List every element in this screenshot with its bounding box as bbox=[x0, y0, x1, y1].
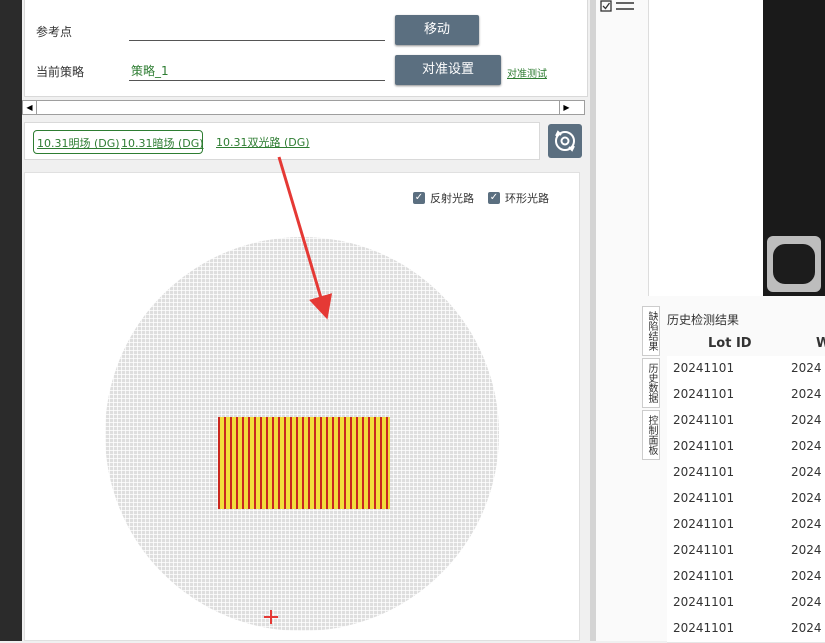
current-strategy-field[interactable]: 策略_1 bbox=[129, 62, 385, 81]
wafer-map-panel: ✓ 反射光路 ✓ 环形光路 bbox=[24, 172, 580, 641]
table-row[interactable]: 20241101 2024 bbox=[667, 408, 825, 435]
table-row[interactable]: 20241101 2024 bbox=[667, 616, 825, 643]
history-results-title: 历史检测结果 bbox=[667, 313, 740, 327]
refresh-gear-icon bbox=[555, 130, 575, 152]
alignment-settings-button[interactable]: 对准设置 bbox=[395, 55, 501, 85]
image-view-frame bbox=[648, 0, 764, 296]
checklist-icon[interactable] bbox=[600, 0, 636, 14]
tab-control-panel[interactable]: 控制面板 bbox=[642, 410, 660, 460]
table-row[interactable]: 20241101 2024 bbox=[667, 590, 825, 617]
table-row[interactable]: 20241101 2024 bbox=[667, 434, 825, 461]
recipe-tabs-bar: 10.31明场 (DG) 10.31暗场 (DG) 10.31双光路 (DG) bbox=[24, 122, 540, 160]
table-row[interactable]: 20241101 2024 bbox=[667, 564, 825, 591]
table-row[interactable]: 20241101 2024 bbox=[667, 538, 825, 565]
ring-path-checkbox[interactable]: ✓ 环形光路 bbox=[488, 190, 549, 206]
tab-defect-results[interactable]: 缺陷结果 bbox=[642, 306, 660, 356]
reflect-path-label: 反射光路 bbox=[430, 192, 474, 205]
left-edge-bar bbox=[0, 0, 22, 641]
reference-point-label: 参考点 bbox=[36, 25, 73, 39]
defect-die-region[interactable] bbox=[218, 417, 390, 509]
tab-dual-path[interactable]: 10.31双光路 (DG) bbox=[216, 134, 310, 150]
origin-crosshair-icon bbox=[264, 610, 278, 624]
die-thumbnail[interactable] bbox=[767, 236, 821, 292]
refresh-button[interactable] bbox=[548, 124, 582, 158]
move-button[interactable]: 移动 bbox=[395, 15, 479, 45]
tab-history-data[interactable]: 历史数据 bbox=[642, 358, 660, 408]
horizontal-scrollbar[interactable]: ◀ ▶ bbox=[22, 100, 585, 115]
table-row[interactable]: 20241101 2024 bbox=[667, 382, 825, 409]
scroll-left-arrow-icon[interactable]: ◀ bbox=[23, 101, 37, 114]
reflect-path-checkbox[interactable]: ✓ 反射光路 bbox=[413, 190, 474, 206]
table-row[interactable]: 20241101 2024 bbox=[667, 356, 825, 383]
column-header-lot-id[interactable]: Lot ID bbox=[708, 336, 752, 351]
reference-point-field[interactable] bbox=[129, 22, 385, 41]
camera-preview bbox=[763, 0, 825, 296]
table-row[interactable]: 20241101 2024 bbox=[667, 512, 825, 539]
column-header-w[interactable]: W bbox=[816, 336, 825, 351]
checkbox-checked-icon: ✓ bbox=[488, 192, 500, 204]
table-row[interactable]: 20241101 2024 bbox=[667, 486, 825, 513]
left-panel: 参考点 移动 当前策略 策略_1 对准设置 对准测试 ◀ ▶ 10.31明场 (… bbox=[0, 0, 590, 641]
scroll-right-arrow-icon[interactable]: ▶ bbox=[559, 101, 573, 114]
alignment-test-link[interactable]: 对准测试 bbox=[507, 65, 547, 80]
current-strategy-label: 当前策略 bbox=[36, 65, 85, 79]
ring-path-label: 环形光路 bbox=[505, 192, 549, 205]
tab-brightfield[interactable]: 10.31明场 (DG) bbox=[37, 135, 120, 151]
table-row[interactable]: 20241101 2024 bbox=[667, 460, 825, 487]
move-settings-panel: 参考点 移动 当前策略 策略_1 对准设置 对准测试 bbox=[24, 0, 588, 97]
tab-darkfield[interactable]: 10.31暗场 (DG) bbox=[121, 135, 204, 151]
checkbox-checked-icon: ✓ bbox=[413, 192, 425, 204]
